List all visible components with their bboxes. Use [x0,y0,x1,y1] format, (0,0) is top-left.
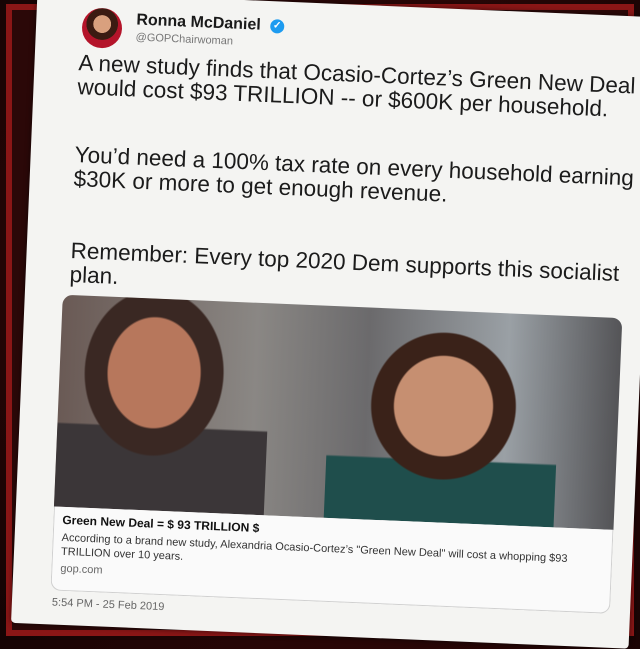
verified-icon: ✓ [269,18,285,34]
link-card-domain[interactable]: gop.com [60,563,103,577]
tweet-timestamp[interactable]: 5:54 PM - 25 Feb 2019 [52,596,165,613]
tweet-paragraph-1: A new study finds that Ocasio-Cortez’s G… [77,50,636,122]
avatar[interactable] [81,7,123,49]
author-name-text: Ronna McDaniel [136,11,262,34]
red-frame: Ronna McDaniel ✓ @GOPChairwoman A new st… [6,0,640,649]
tweet-paragraph-2: You’d need a 100% tax rate on every hous… [73,142,635,207]
link-card-description: According to a brand new study, Alexandr… [60,531,568,566]
author-handle[interactable]: @GOPChairwoman [135,31,233,47]
tweet-card: Ronna McDaniel ✓ @GOPChairwoman A new st… [11,0,640,649]
link-card-image[interactable] [53,294,623,530]
photo-right-person [323,305,563,528]
photo-left-person [53,294,273,516]
